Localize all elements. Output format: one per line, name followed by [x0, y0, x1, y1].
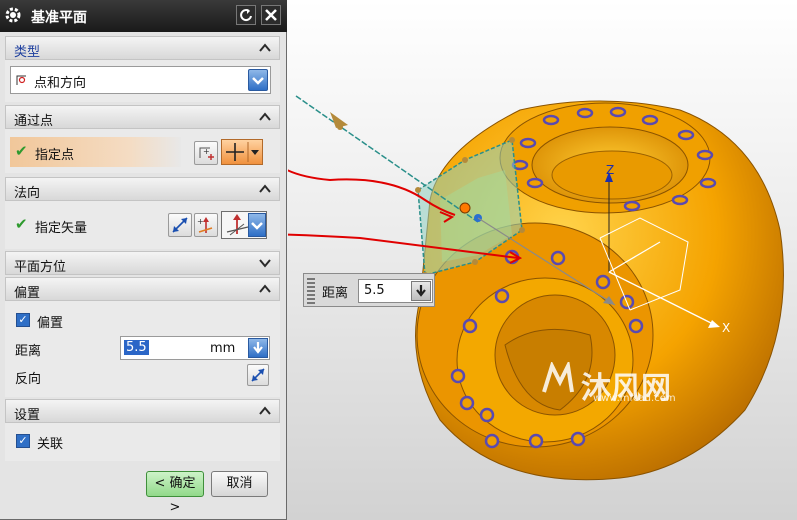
arrow-down-icon	[416, 285, 426, 297]
reset-button[interactable]	[236, 5, 256, 25]
type-dropdown-button[interactable]	[248, 69, 268, 91]
section-offset-header[interactable]: 偏置	[5, 277, 280, 301]
specify-vector-label: 指定矢量	[35, 221, 88, 236]
chevron-up-icon[interactable]	[257, 181, 273, 197]
close-button[interactable]	[261, 5, 281, 25]
svg-text:+: +	[203, 147, 210, 156]
section-normal-header[interactable]: 法向	[5, 177, 280, 201]
z-axis-label: Z	[606, 163, 614, 177]
dynamic-distance-input[interactable]: 距离 5.5	[303, 273, 435, 307]
svg-text:+: +	[197, 217, 204, 226]
reverse-direction-button[interactable]	[168, 213, 192, 237]
point-type-button[interactable]	[221, 139, 263, 165]
watermark-logo-icon	[542, 362, 574, 393]
arrow-down-icon	[253, 342, 263, 354]
x-axis-label: X	[722, 321, 730, 335]
chevron-down-icon[interactable]	[257, 255, 273, 271]
dialog-title: 基准平面	[31, 10, 87, 26]
section-offset-label: 偏置	[14, 286, 41, 301]
vector-dialog-button[interactable]: +	[194, 213, 218, 237]
close-icon	[265, 9, 277, 21]
reverse-direction-icon	[251, 368, 265, 382]
distance-dropdown-button[interactable]	[248, 338, 268, 358]
chevron-down-icon	[251, 222, 263, 230]
floating-distance-field[interactable]: 5.5	[358, 279, 433, 303]
check-icon: ✔	[15, 142, 28, 160]
distance-label: 距离	[15, 344, 42, 359]
associative-checkbox-label: 关联	[37, 437, 64, 452]
section-plane-orientation-label: 平面方位	[14, 260, 67, 275]
graphics-viewport[interactable]: Z X 沐风网 www.mfcad.com	[99, 0, 797, 520]
section-settings-label: 设置	[14, 408, 41, 423]
datum-plane-dialog: 基准平面 类型 点和方向 通过点 ✔ 指定点 + 法向 ✔ 指定矢量 + 平面方…	[0, 0, 287, 520]
vector-constructor-icon: +	[197, 217, 213, 233]
gear-icon[interactable]	[3, 5, 23, 25]
ok-button[interactable]: < 确定 >	[146, 471, 204, 515]
specify-point-label: 指定点	[35, 148, 75, 163]
vector-type-button[interactable]	[221, 211, 267, 239]
point-constructor-icon: +	[199, 147, 214, 160]
type-select-value: 点和方向	[34, 76, 87, 91]
offset-checkbox-label: 偏置	[37, 316, 64, 331]
chevron-up-icon[interactable]	[257, 403, 273, 419]
inferred-point-icon	[226, 142, 259, 162]
section-type-label: 类型	[14, 45, 41, 60]
reset-icon	[240, 9, 252, 22]
chevron-down-icon	[252, 77, 264, 85]
vector-type-dropdown[interactable]	[248, 213, 266, 237]
distance-unit: mm	[210, 341, 236, 356]
chevron-up-icon[interactable]	[257, 281, 273, 297]
section-plane-orientation-header[interactable]: 平面方位	[5, 251, 280, 275]
model-canvas[interactable]: Z X	[99, 0, 797, 520]
floating-distance-dropdown[interactable]	[411, 281, 431, 301]
reverse-direction-icon	[172, 217, 188, 233]
chevron-up-icon[interactable]	[257, 40, 273, 56]
point-dialog-button[interactable]: +	[194, 141, 218, 165]
section-settings-header[interactable]: 设置	[5, 399, 280, 423]
distance-input[interactable]: 5.5 mm	[120, 336, 270, 360]
reverse-label: 反向	[15, 372, 42, 387]
specify-point-row[interactable]: ✔ 指定点	[10, 137, 181, 167]
distance-value: 5.5	[124, 340, 149, 355]
section-through-point-header[interactable]: 通过点	[5, 105, 280, 129]
section-type-header[interactable]: 类型	[5, 36, 280, 60]
section-through-point-label: 通过点	[14, 114, 54, 129]
dialog-titlebar: 基准平面	[0, 0, 287, 32]
check-icon: ✔	[15, 215, 28, 233]
associative-checkbox[interactable]: ✓	[16, 434, 30, 448]
drag-handle[interactable]	[307, 278, 315, 304]
floating-distance-label: 距离	[322, 286, 349, 301]
offset-checkbox[interactable]: ✓	[16, 313, 30, 327]
inferred-vector-icon	[226, 214, 249, 236]
section-normal-label: 法向	[14, 186, 41, 201]
chevron-up-icon[interactable]	[257, 109, 273, 125]
offset-reverse-button[interactable]	[247, 364, 269, 386]
type-select[interactable]: 点和方向	[10, 66, 271, 94]
point-direction-icon	[16, 75, 26, 85]
floating-distance-value: 5.5	[364, 283, 385, 298]
cancel-button[interactable]: 取消	[211, 471, 268, 497]
watermark-url: www.mfcad.com	[593, 393, 676, 404]
